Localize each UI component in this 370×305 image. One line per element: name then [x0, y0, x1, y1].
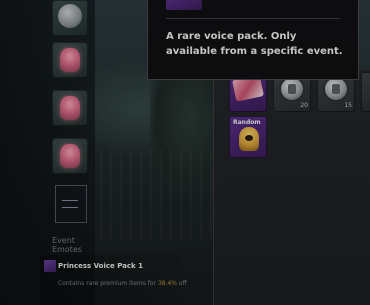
event-label: Event Emotes	[52, 236, 82, 254]
item-title: Princess Voice Pack 1	[58, 262, 143, 270]
filter-icon	[62, 200, 78, 208]
item-desc-suffix: off	[178, 280, 187, 287]
item-thumbnail	[44, 260, 56, 272]
item-desc-highlight: 38.4%	[157, 280, 177, 287]
inventory-panel: 20 15 Random	[213, 70, 370, 305]
random-label: Random	[233, 119, 261, 126]
ammo-icon	[325, 78, 347, 100]
tooltip-divider	[166, 18, 340, 19]
emote-icon	[60, 144, 80, 168]
slot-count: 15	[344, 102, 352, 109]
item-desc-prefix: Contains rare premium items for	[58, 280, 157, 287]
sidebar-item[interactable]	[52, 0, 88, 36]
item-tooltip: A rare voice pack. Only available from a…	[147, 0, 359, 80]
tooltip-description: A rare voice pack. Only available from a…	[166, 31, 343, 57]
inventory-slot-random[interactable]: Random	[229, 116, 267, 158]
background-fence	[90, 150, 230, 240]
sidebar-item[interactable]	[52, 42, 88, 78]
emote-icon	[60, 96, 80, 120]
tooltip-item-thumbnail	[166, 0, 202, 10]
coin-icon	[58, 4, 82, 28]
sidebar-item[interactable]	[52, 90, 88, 126]
slot-count: 20	[300, 102, 308, 109]
ammo-icon	[281, 78, 303, 100]
inventory-slot[interactable]	[361, 72, 370, 112]
voice-pack-icon	[239, 127, 259, 151]
item-description: Contains rare premium items for 38.4% of…	[58, 280, 187, 287]
filter-toggle[interactable]	[55, 185, 87, 223]
emote-icon	[60, 48, 80, 72]
sidebar-item[interactable]	[52, 138, 88, 174]
